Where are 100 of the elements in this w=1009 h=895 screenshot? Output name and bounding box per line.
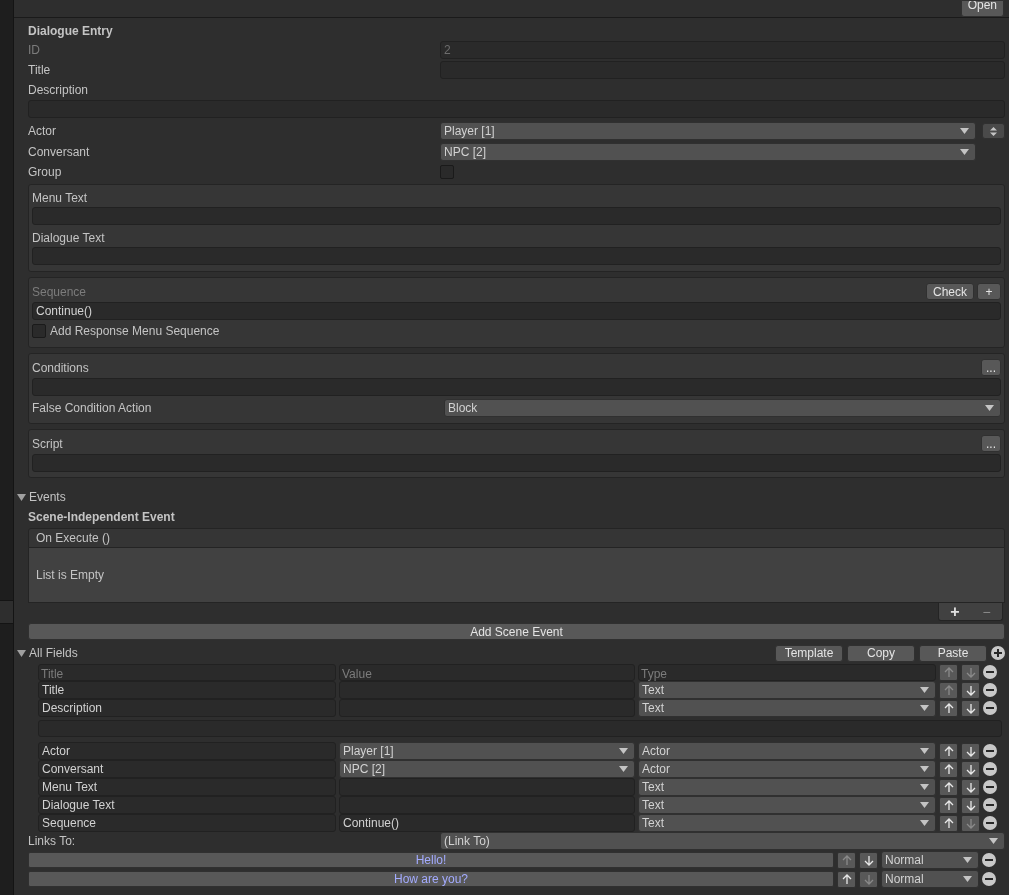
down-arrow-button[interactable] (961, 796, 980, 814)
text-field[interactable]: Menu Text (38, 778, 336, 796)
section-title: Dialogue Entry (28, 23, 113, 40)
arrow-down-icon (863, 854, 874, 866)
field-label: Actor (28, 124, 56, 138)
arrow-down-icon (965, 666, 976, 678)
dropdown[interactable]: Text (638, 814, 936, 832)
caret-icon (920, 766, 929, 772)
dropdown[interactable]: Text (638, 681, 936, 699)
spinner-button[interactable] (982, 123, 1005, 139)
arrow-down-icon (965, 702, 976, 714)
add-scene-event-button[interactable]: Add Scene Event (28, 623, 1005, 640)
dropdown[interactable]: Block (444, 399, 1001, 417)
arrow-up-icon (943, 817, 954, 829)
up-arrow-button[interactable] (939, 778, 958, 796)
field-label: ID (28, 43, 40, 57)
caret-icon (619, 748, 628, 754)
dropdown[interactable]: NPC [2] (440, 143, 976, 161)
more-button[interactable]: ... (981, 435, 1001, 452)
add-icon[interactable] (991, 646, 1005, 660)
dropdown[interactable]: Text (638, 778, 936, 796)
text-field[interactable]: Actor (38, 742, 336, 760)
caret-icon (960, 149, 969, 155)
arrow-down-icon (965, 799, 976, 811)
text-field[interactable]: Description (38, 699, 336, 717)
text-field[interactable]: Continue() (339, 814, 635, 832)
text-field[interactable]: Sequence (38, 814, 336, 832)
arrow-up-icon (943, 799, 954, 811)
field-label: Links To: (28, 834, 76, 848)
up-arrow-button[interactable] (837, 870, 856, 888)
field-label: Script (32, 435, 63, 453)
column-header: Type (638, 663, 936, 681)
link-button[interactable]: How are you? (28, 871, 834, 887)
field-label: Title (28, 63, 51, 77)
text-field[interactable]: Conversant (38, 760, 336, 778)
text-field[interactable]: Continue() (32, 302, 1001, 320)
up-arrow-button[interactable] (939, 796, 958, 814)
down-arrow-button[interactable] (961, 778, 980, 796)
add-button[interactable]: + (977, 283, 1001, 300)
up-arrow-button[interactable] (939, 742, 958, 760)
foldout-icon[interactable] (17, 648, 26, 658)
open-button[interactable]: Open (960, 0, 1004, 17)
down-arrow-button[interactable] (961, 681, 980, 699)
up-arrow-button[interactable] (939, 760, 958, 778)
dropdown[interactable]: (Link To) (440, 832, 1005, 850)
arrow-up-icon (943, 781, 954, 793)
field-label: Conditions (32, 359, 89, 377)
dropdown[interactable]: Text (638, 699, 936, 717)
remove-icon[interactable] (983, 701, 997, 715)
remove-item-button[interactable]: − (982, 604, 991, 619)
up-arrow-button[interactable] (939, 814, 958, 832)
dropdown[interactable]: Player [1] (339, 742, 635, 760)
column-header: Value (339, 663, 635, 681)
remove-icon[interactable] (983, 816, 997, 830)
remove-icon[interactable] (983, 744, 997, 758)
check-button[interactable]: Check (926, 283, 974, 300)
toolbar-button[interactable]: Paste (919, 644, 987, 662)
caret-icon (920, 748, 929, 754)
dropdown[interactable]: Actor (638, 760, 936, 778)
down-arrow-button[interactable] (859, 851, 878, 869)
dropdown[interactable]: Actor (638, 742, 936, 760)
more-button[interactable]: ... (981, 359, 1001, 376)
remove-icon[interactable] (983, 780, 997, 794)
checkbox[interactable] (32, 324, 46, 338)
field-label: Description (28, 82, 89, 99)
down-arrow-button[interactable] (961, 699, 980, 717)
arrow-down-icon (965, 781, 976, 793)
toolbar-button[interactable]: Copy (847, 644, 915, 662)
remove-icon[interactable] (982, 853, 996, 867)
field-label: Sequence (32, 283, 87, 301)
text-field[interactable]: Dialogue Text (38, 796, 336, 814)
remove-icon[interactable] (983, 798, 997, 812)
dropdown[interactable]: Text (638, 796, 936, 814)
remove-icon[interactable] (983, 665, 997, 679)
text-field[interactable] (339, 778, 635, 796)
spinner-icon (990, 126, 997, 136)
remove-icon[interactable] (982, 872, 996, 886)
toolbar-button[interactable]: Template (775, 644, 843, 662)
foldout-label: All Fields (29, 645, 78, 662)
up-arrow-button[interactable] (939, 699, 958, 717)
arrow-down-icon (863, 873, 874, 885)
field-label: False Condition Action (32, 401, 152, 415)
foldout-icon[interactable] (17, 492, 26, 502)
dropdown[interactable]: Player [1] (440, 122, 976, 140)
dropdown[interactable]: Normal (881, 851, 979, 869)
link-button[interactable]: Hello! (28, 852, 834, 868)
caret-icon (920, 820, 929, 826)
arrow-up-icon (841, 854, 852, 866)
caret-icon (920, 687, 929, 693)
event-list-header: On Execute () (28, 528, 1005, 548)
remove-icon[interactable] (983, 762, 997, 776)
down-arrow-button[interactable] (961, 742, 980, 760)
dropdown[interactable]: NPC [2] (339, 760, 635, 778)
dropdown[interactable]: Normal (881, 870, 979, 888)
arrow-up-icon (943, 702, 954, 714)
down-arrow-button[interactable] (961, 760, 980, 778)
remove-icon[interactable] (983, 683, 997, 697)
arrow-down-icon (965, 684, 976, 696)
text-field[interactable]: Title (38, 681, 336, 699)
add-item-button[interactable]: + (950, 603, 960, 620)
